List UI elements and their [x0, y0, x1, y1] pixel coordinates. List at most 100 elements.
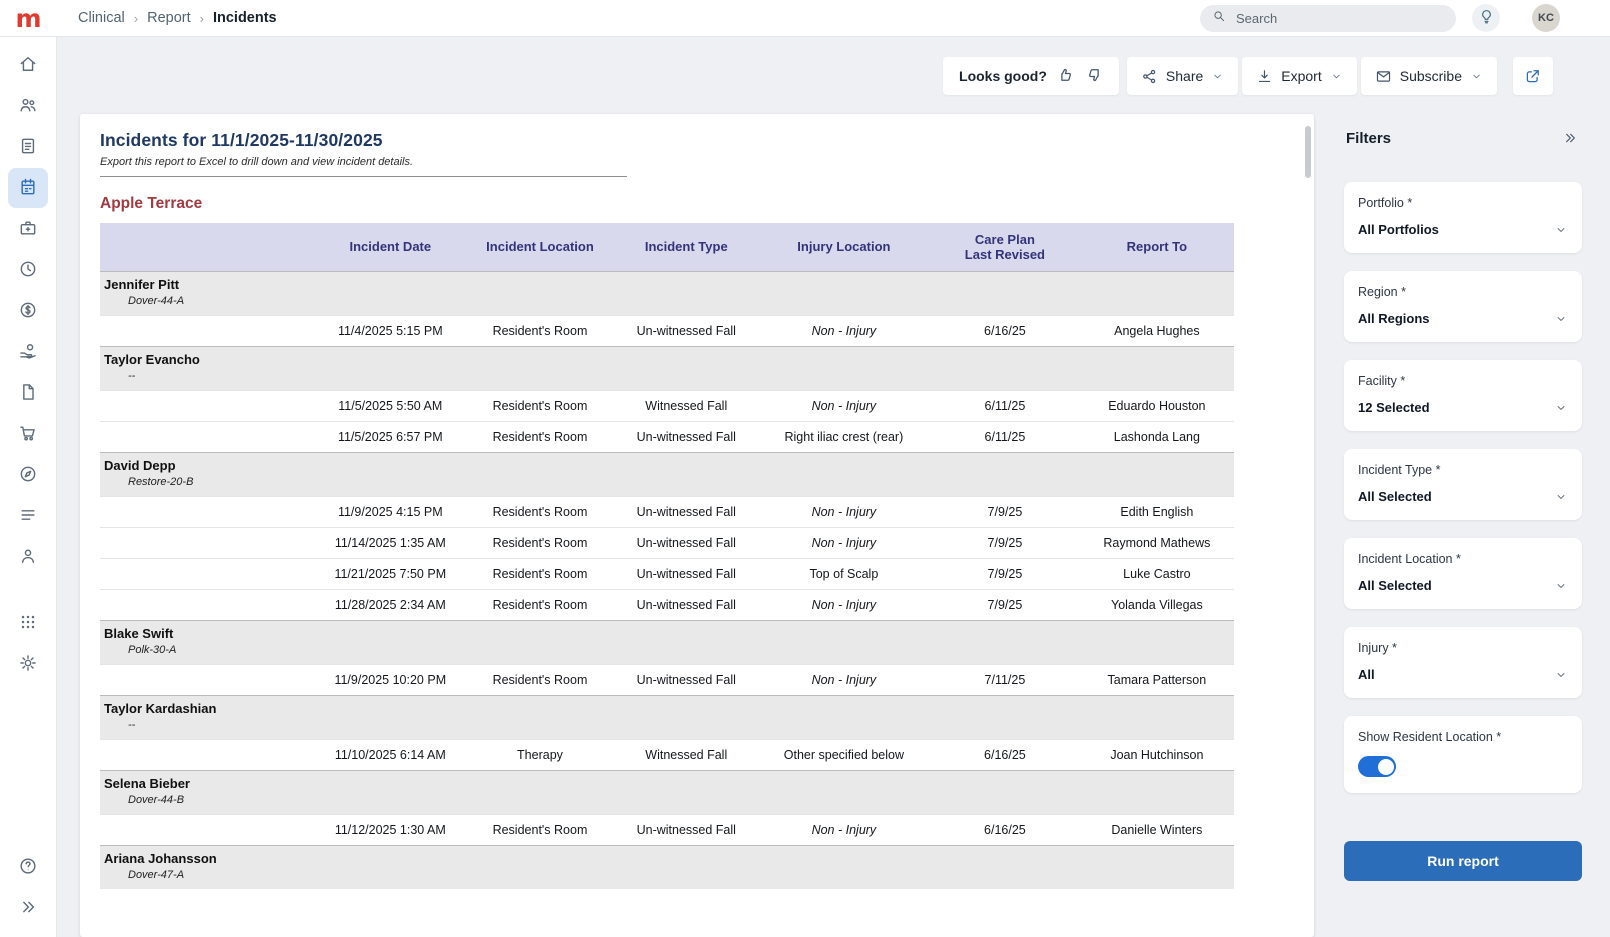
sidebar-item-people[interactable] — [8, 86, 48, 126]
sidebar-item-expand[interactable] — [8, 890, 48, 926]
chevron-down-icon — [1554, 401, 1568, 415]
incidents-table: Incident Date Incident Location Incident T… — [100, 223, 1234, 889]
filter-select-injury[interactable]: All — [1358, 667, 1568, 682]
filter-label: Show Resident Location * — [1358, 730, 1502, 744]
run-report-button[interactable]: Run report — [1344, 841, 1582, 881]
row-indent-cell — [100, 588, 316, 620]
resident-location: Polk-30-A — [128, 643, 177, 656]
cell-care-plan-last-revised: 6/16/25 — [930, 813, 1080, 845]
thumbs-up-button[interactable] — [1057, 66, 1075, 87]
sidebar-item-census[interactable] — [8, 168, 48, 208]
filter-select-incident-type[interactable]: All Selected — [1358, 489, 1568, 504]
incident-row: 11/5/2025 6:57 PM Resident's Room Un-witne… — [100, 420, 1234, 452]
report-subtitle: Export this report to Excel to drill dow… — [100, 156, 414, 168]
share-icon — [1141, 68, 1158, 85]
filter-select-portfolio[interactable]: All Portfolios — [1358, 222, 1568, 237]
collapse-filters-button[interactable] — [1560, 128, 1580, 148]
breadcrumb: Clinical › Report › Incidents — [78, 10, 277, 26]
sidebar-item-home[interactable] — [8, 45, 48, 85]
chevron-down-icon — [1470, 70, 1483, 83]
filter-label: Incident Location * — [1358, 552, 1461, 566]
filter-select-facility[interactable]: 12 Selected — [1358, 400, 1568, 415]
list-icon — [18, 505, 38, 528]
sidebar-item-document[interactable] — [8, 373, 48, 413]
sidebar-item-apps-grid[interactable] — [8, 603, 48, 643]
filter-card-portfolio: Portfolio * All Portfolios — [1344, 182, 1582, 253]
tips-button[interactable] — [1472, 4, 1500, 32]
subscribe-button[interactable]: Subscribe — [1360, 57, 1497, 95]
resident-name: Selena Bieber — [104, 775, 190, 791]
cell-report-to: Eduardo Houston — [1079, 389, 1234, 421]
resident-group-cell: Taylor Kardashian -- — [100, 694, 1234, 739]
incident-row: 11/9/2025 4:15 PM Resident's Room Un-witne… — [100, 495, 1234, 527]
sidebar-item-list[interactable] — [8, 496, 48, 536]
sidebar-item-dollar[interactable] — [8, 291, 48, 331]
cell-injury-location: Other specified below — [757, 738, 931, 770]
sidebar-item-cart[interactable] — [8, 414, 48, 454]
open-in-new-button[interactable] — [1513, 57, 1553, 95]
search-box[interactable] — [1200, 4, 1456, 32]
filter-toggle-show-resident-location[interactable] — [1358, 756, 1396, 777]
required-asterisk: * — [1407, 196, 1413, 210]
cell-care-plan-last-revised: 6/11/25 — [930, 389, 1080, 421]
cell-incident-location: Resident's Room — [465, 526, 615, 558]
scrollbar-thumb[interactable] — [1305, 126, 1311, 178]
brand-logo[interactable]: m — [0, 6, 57, 31]
cell-incident-date: 11/5/2025 5:50 AM — [315, 389, 466, 421]
filter-select-incident-location[interactable]: All Selected — [1358, 578, 1568, 593]
toggle-knob — [1377, 758, 1394, 775]
incident-row: 11/10/2025 6:14 AM Therapy Witnessed Fall O… — [100, 738, 1234, 770]
cell-incident-location: Resident's Room — [465, 663, 615, 695]
user-avatar[interactable]: KC — [1532, 4, 1560, 32]
required-asterisk: * — [1456, 552, 1461, 566]
search-input[interactable] — [1234, 9, 1444, 27]
row-indent-cell — [100, 557, 316, 589]
resident-name: Taylor Evancho — [104, 351, 200, 367]
filters-list: Portfolio * All Portfolios Region * All Reg… — [1344, 182, 1582, 793]
cell-incident-location: Therapy — [465, 738, 615, 770]
breadcrumb-report[interactable]: Report — [147, 10, 191, 26]
filter-value: All Regions — [1358, 311, 1430, 326]
resident-location: Restore-20-B — [128, 475, 194, 488]
sidebar-item-compass[interactable] — [8, 455, 48, 495]
resident-location: Dover-47-A — [128, 868, 185, 881]
sidebar-item-reports[interactable] — [8, 127, 48, 167]
filter-card-incident-location: Incident Location * All Selected — [1344, 538, 1582, 609]
resident-location: Dover-44-A — [128, 294, 185, 307]
chevron-down-icon — [1554, 668, 1568, 682]
cell-incident-type: Un-witnessed Fall — [614, 420, 758, 452]
export-button[interactable]: Export — [1242, 57, 1357, 95]
row-indent-cell — [100, 495, 316, 527]
cell-injury-location: Non - Injury — [757, 588, 931, 620]
settings-icon — [18, 653, 38, 676]
sidebar-item-user[interactable] — [8, 537, 48, 577]
thumbs-down-button[interactable] — [1085, 66, 1103, 87]
filter-card-region: Region * All Regions — [1344, 271, 1582, 342]
reports-icon — [18, 136, 38, 159]
filter-value: All Portfolios — [1358, 222, 1439, 237]
sidebar-item-help[interactable] — [8, 849, 48, 885]
sidebar-item-hand-coin[interactable] — [8, 332, 48, 372]
cell-incident-location: Resident's Room — [465, 420, 615, 452]
cell-incident-location: Resident's Room — [465, 813, 615, 845]
resident-location: -- — [128, 369, 136, 382]
cart-icon — [18, 423, 38, 446]
sidebar-item-clock[interactable] — [8, 250, 48, 290]
cell-incident-date: 11/9/2025 4:15 PM — [315, 495, 466, 527]
sidebar-item-briefcase[interactable] — [8, 209, 48, 249]
report-scrollbar[interactable] — [1305, 126, 1311, 927]
cell-care-plan-last-revised: 7/11/25 — [930, 663, 1080, 695]
filter-card-incident-type: Incident Type * All Selected — [1344, 449, 1582, 520]
breadcrumb-clinical[interactable]: Clinical — [78, 10, 125, 26]
resident-group-row: Blake Swift Polk-30-A — [100, 619, 1234, 664]
clock-icon — [18, 259, 38, 282]
cell-care-plan-last-revised: 6/16/25 — [930, 738, 1080, 770]
sidebar-item-settings[interactable] — [8, 644, 48, 684]
share-button[interactable]: Share — [1126, 57, 1239, 95]
filter-select-region[interactable]: All Regions — [1358, 311, 1568, 326]
feedback-label: Looks good? — [959, 68, 1047, 84]
filter-label: Region * — [1358, 285, 1406, 299]
mail-icon — [1375, 68, 1392, 85]
chevron-down-icon — [1330, 70, 1343, 83]
resident-group-cell: David Depp Restore-20-B — [100, 451, 1234, 496]
